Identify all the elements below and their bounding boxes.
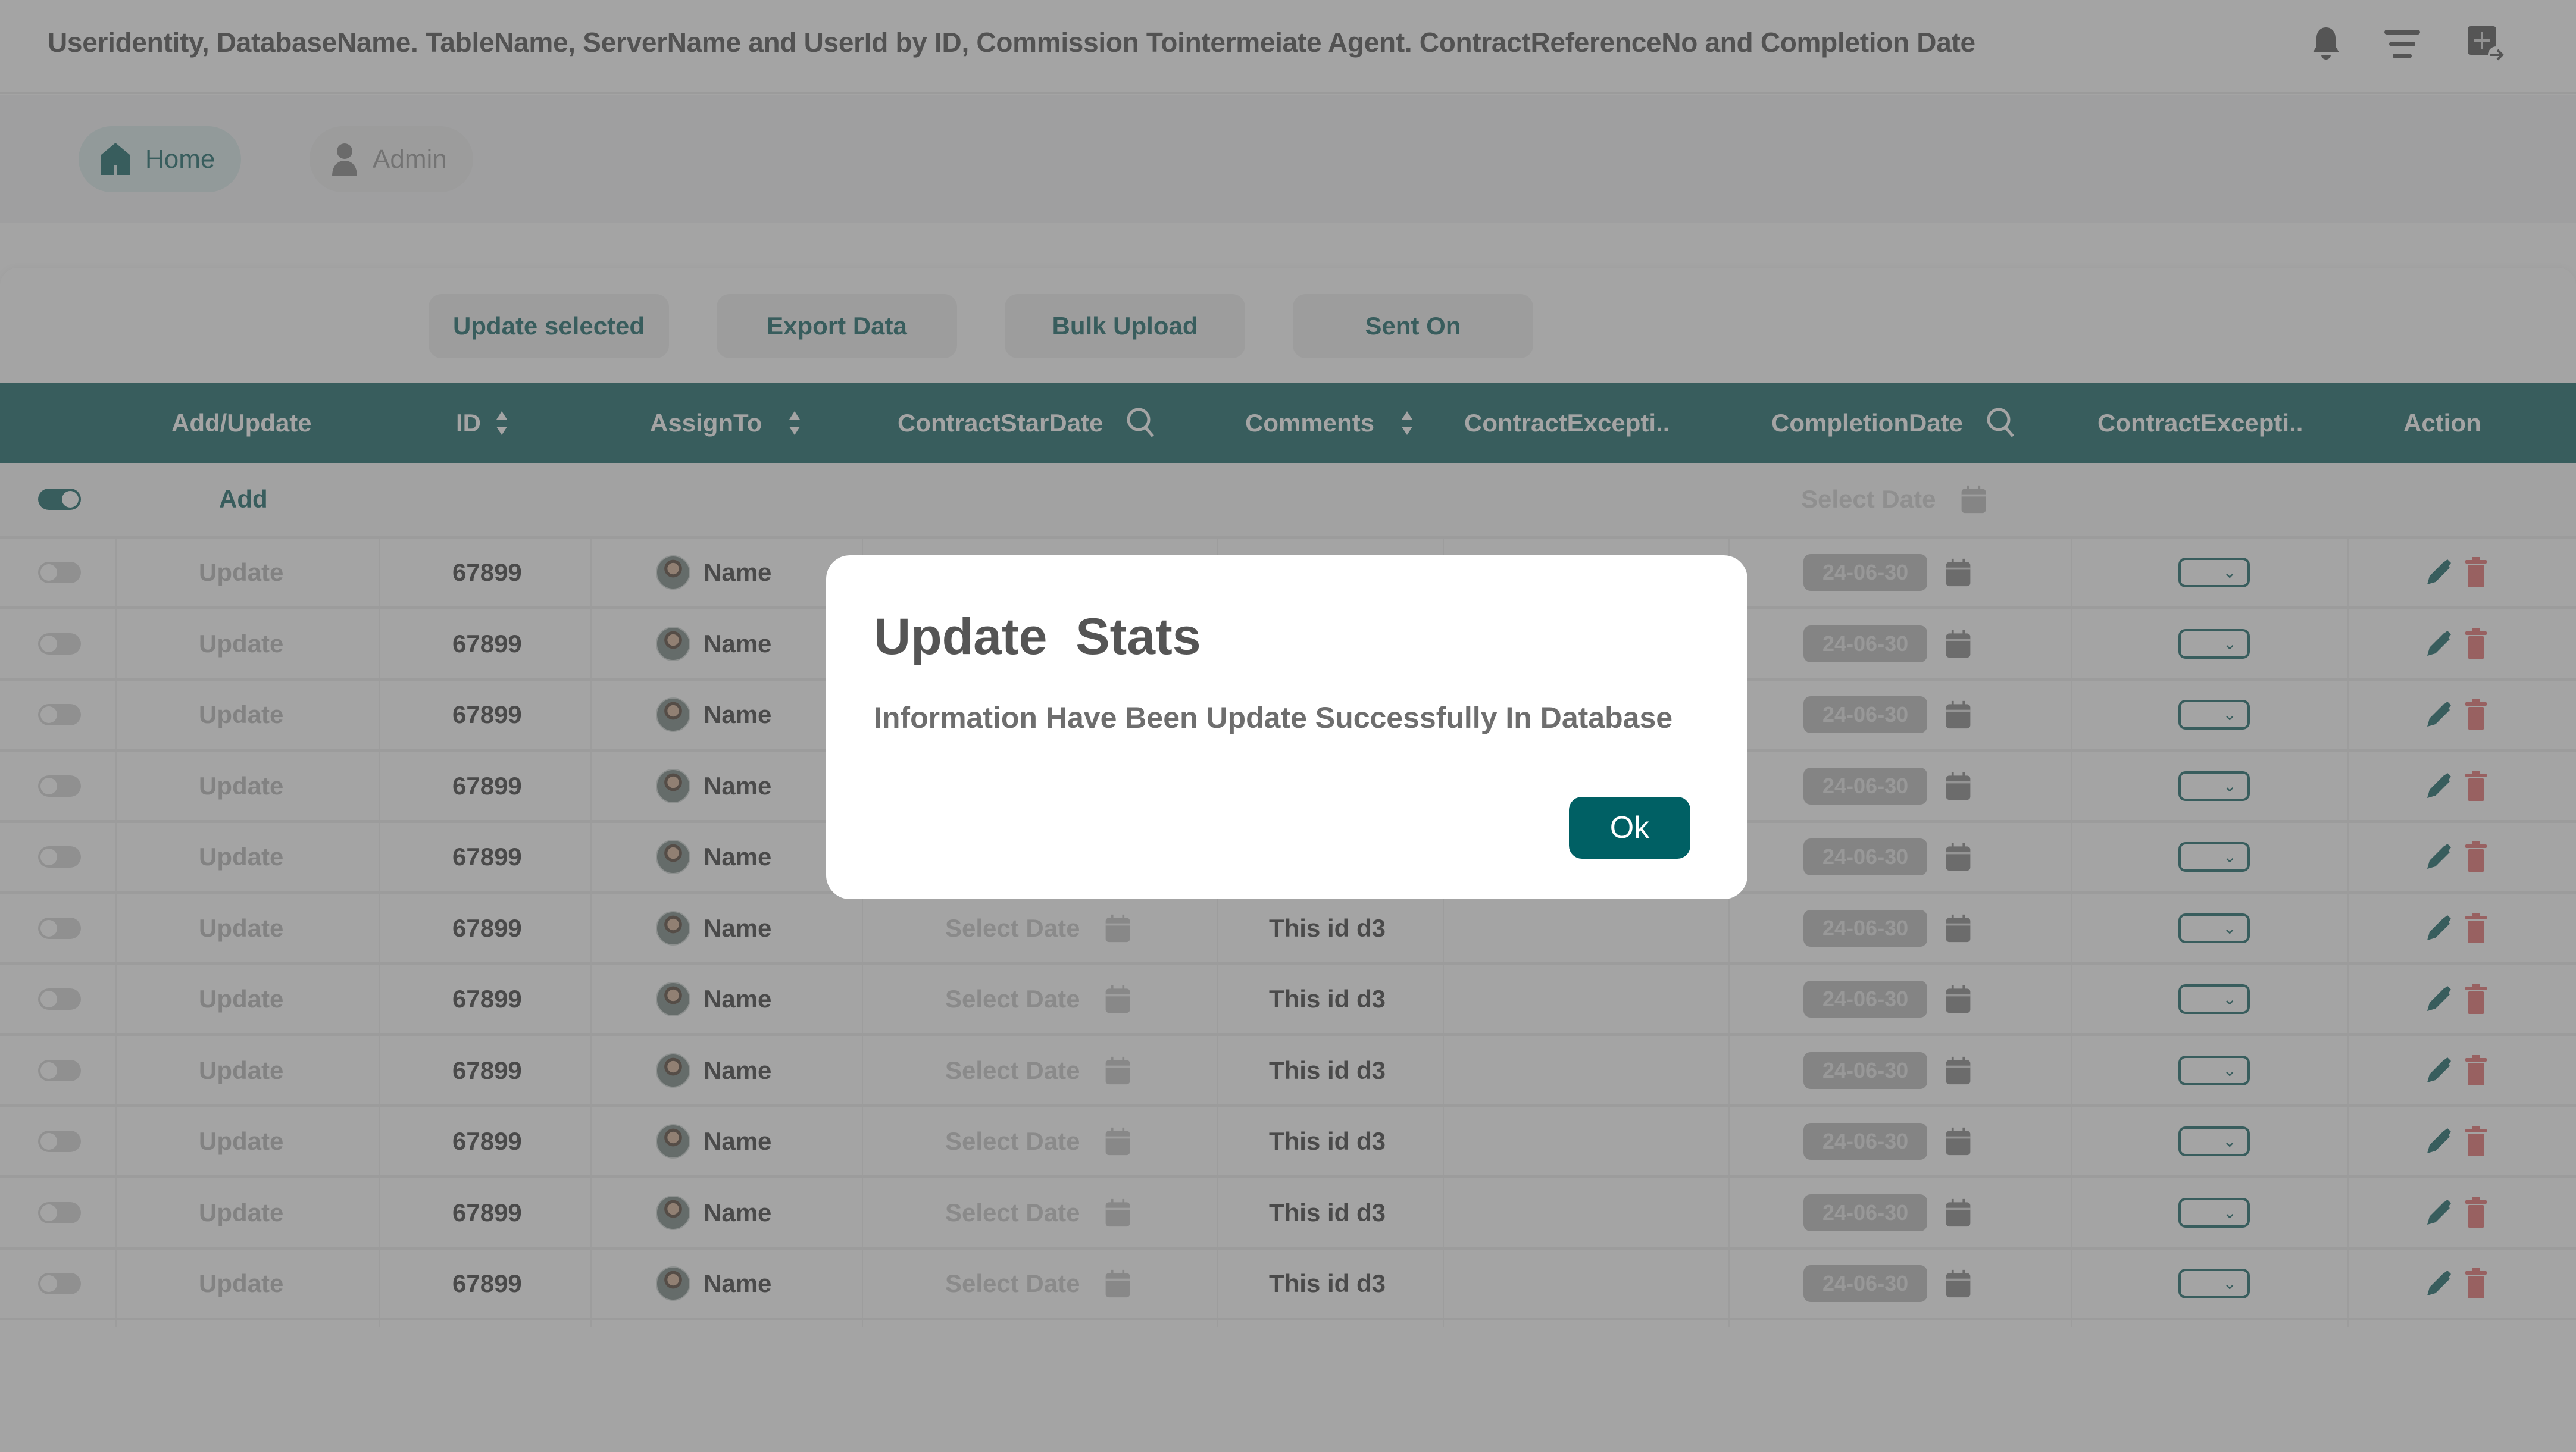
dialog-title: Update Stats (874, 608, 1201, 665)
modal-overlay[interactable]: Update Stats Information Have Been Updat… (0, 0, 2576, 1452)
update-stats-dialog: Update Stats Information Have Been Updat… (826, 555, 1747, 899)
ok-button[interactable]: Ok (1569, 797, 1690, 859)
page: Useridentity, DatabaseName. TableName, S… (0, 0, 2576, 1452)
dialog-message: Information Have Been Update Successfull… (874, 701, 1673, 734)
